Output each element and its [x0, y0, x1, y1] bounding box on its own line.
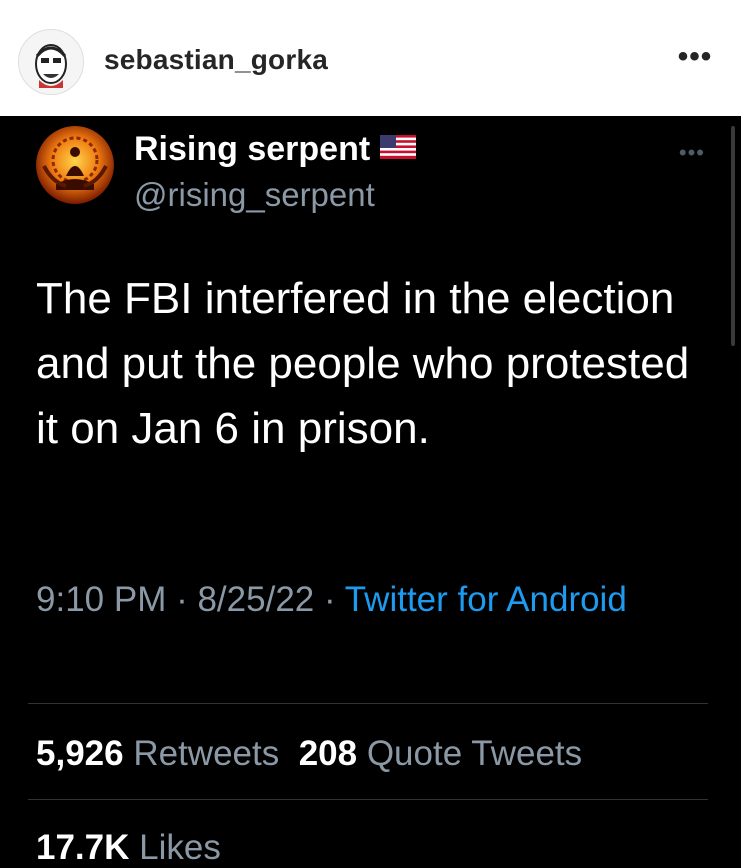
retweets-stat[interactable]: 5,926 Retweets — [36, 734, 279, 773]
quote-tweets-count: 208 — [298, 734, 358, 773]
user-avatar[interactable] — [18, 29, 84, 95]
tweet-engagement-stats: 5,926 Retweets 208 Quote Tweets — [36, 734, 582, 774]
instagram-post-header: sebastian_gorka ••• — [0, 0, 741, 116]
meta-separator: · — [314, 580, 345, 619]
tweet-card: Rising serpent @rising_serpent ••• The F… — [0, 116, 741, 867]
display-name: Rising serpent — [134, 130, 371, 168]
retweets-count: 5,926 — [36, 734, 124, 773]
scrollbar — [731, 126, 735, 346]
us-flag-icon — [380, 129, 417, 168]
tweet-timestamp-source: 9:10 PM · 8/25/22 · Twitter for Android — [36, 574, 676, 626]
tweet-author-name[interactable]: Rising serpent — [134, 129, 417, 169]
likes-stat[interactable]: 17.7K Likes — [36, 828, 221, 868]
tweet-text: The FBI interfered in the election and p… — [36, 274, 690, 453]
tweet-source-link[interactable]: Twitter for Android — [345, 580, 627, 619]
likes-label: Likes — [139, 828, 221, 867]
tweet-author-handle[interactable]: @rising_serpent — [134, 176, 375, 214]
tweet-more-icon[interactable]: ••• — [679, 140, 705, 166]
caricature-avatar-icon — [19, 30, 83, 94]
tweet-author-avatar[interactable] — [36, 126, 114, 204]
serpent-meditation-icon — [36, 126, 114, 204]
tweet-time[interactable]: 9:10 PM — [36, 580, 166, 619]
quote-tweets-label: Quote Tweets — [366, 734, 583, 773]
divider — [28, 799, 708, 800]
meta-separator: · — [166, 580, 198, 619]
likes-count: 17.7K — [36, 828, 130, 867]
post-username[interactable]: sebastian_gorka — [104, 44, 328, 76]
more-options-icon[interactable]: ••• — [675, 42, 715, 72]
tweet-date[interactable]: 8/25/22 — [197, 580, 314, 619]
quote-tweets-stat[interactable]: 208 Quote Tweets — [299, 734, 582, 773]
divider — [28, 703, 708, 704]
retweets-label: Retweets — [133, 734, 280, 773]
